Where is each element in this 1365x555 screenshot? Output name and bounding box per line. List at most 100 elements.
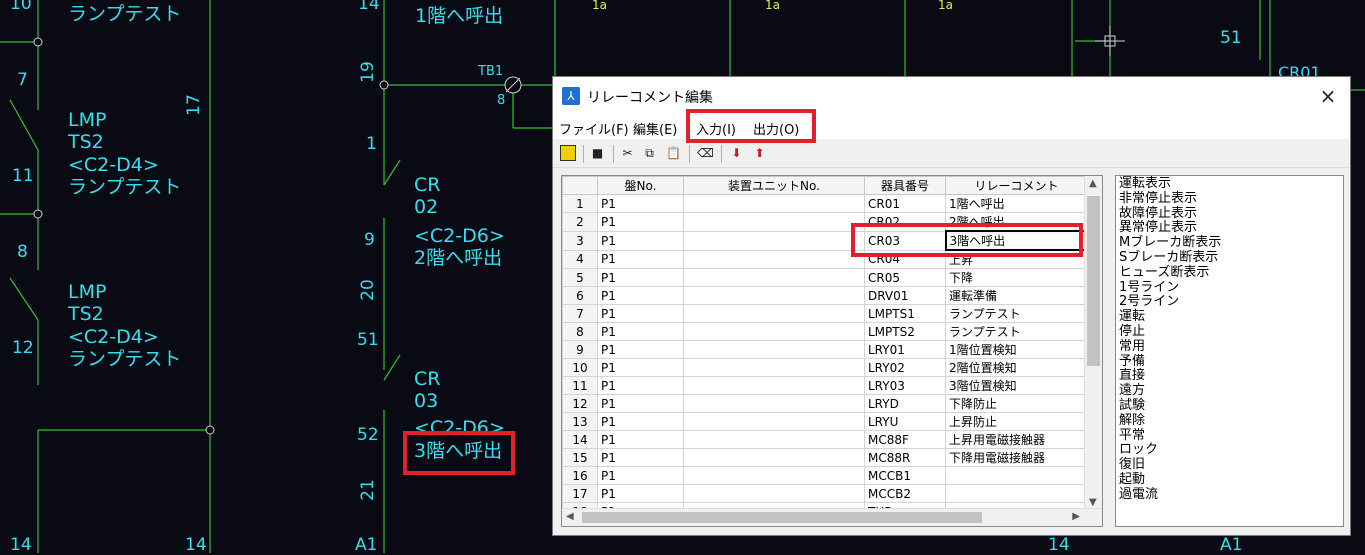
unit-no-cell[interactable] — [683, 230, 865, 251]
relay-comment-cell[interactable]: ランプテスト — [945, 322, 1088, 341]
unit-no-cell[interactable] — [683, 376, 865, 395]
relay-comment-cell[interactable]: 1階位置検知 — [945, 340, 1088, 359]
relay-comment-cell[interactable]: 下降 — [945, 268, 1088, 287]
scroll-thumb[interactable] — [1087, 196, 1100, 366]
list-item[interactable]: 遠方 — [1119, 383, 1343, 399]
relay-comment-cell[interactable] — [945, 484, 1088, 503]
panel-no-cell[interactable]: P1 — [597, 249, 684, 269]
list-item[interactable]: 2号ライン — [1119, 295, 1343, 310]
list-item[interactable]: ロック — [1119, 443, 1343, 458]
relay-comment-cell[interactable]: 下降防止 — [945, 394, 1088, 413]
scroll-left-icon[interactable]: ◀ — [566, 511, 574, 522]
new-icon[interactable] — [560, 145, 576, 161]
relay-comment-cell[interactable]: 1階へ呼出 — [945, 194, 1088, 213]
table-row[interactable]: 6 P1 DRV01 運転準備 — [562, 286, 1088, 305]
list-item[interactable]: 停止 — [1119, 324, 1343, 340]
column-header[interactable]: リレーコメント — [945, 176, 1088, 195]
menu-file[interactable]: ファイル(F) — [559, 119, 629, 138]
list-item[interactable]: 直接 — [1119, 369, 1343, 384]
device-no-cell[interactable]: LMPTS2 — [864, 322, 946, 341]
list-item[interactable]: 予備 — [1119, 354, 1343, 370]
panel-no-cell[interactable]: P1 — [597, 304, 684, 323]
panel-no-cell[interactable]: P1 — [597, 448, 684, 467]
panel-no-cell[interactable]: P1 — [597, 376, 684, 395]
relay-comment-cell[interactable]: ランプテスト — [945, 304, 1088, 323]
list-item[interactable]: 復旧 — [1119, 457, 1343, 473]
table-row[interactable]: 16 P1 MCCB1 — [562, 466, 1088, 485]
list-item[interactable]: 解除 — [1119, 413, 1343, 429]
column-header[interactable]: 盤No. — [597, 176, 684, 195]
panel-no-cell[interactable]: P1 — [597, 484, 684, 503]
unit-no-cell[interactable] — [683, 484, 865, 503]
list-item[interactable]: 運転表示 — [1119, 176, 1343, 192]
table-row[interactable]: 9 P1 LRY01 1階位置検知 — [562, 340, 1088, 359]
device-no-cell[interactable]: LRY02 — [864, 358, 946, 377]
list-item[interactable]: Sブレーカ断表示 — [1119, 250, 1343, 266]
device-no-cell[interactable]: LRY03 — [864, 376, 946, 395]
table-row[interactable]: 12 P1 LRYD 下降防止 — [562, 394, 1088, 413]
list-item[interactable]: 運転 — [1119, 309, 1343, 325]
device-no-cell[interactable]: MCCB2 — [864, 484, 946, 503]
table-row[interactable]: 1 P1 CR01 1階へ呼出 — [562, 194, 1088, 213]
title-bar[interactable]: ⅄ リレーコメント編集 × — [553, 77, 1350, 115]
unit-no-cell[interactable] — [683, 412, 865, 431]
unit-no-cell[interactable] — [683, 466, 865, 485]
list-item[interactable]: ヒューズ断表示 — [1119, 265, 1343, 281]
table-row[interactable]: 5 P1 CR05 下降 — [562, 268, 1088, 287]
scroll-down-icon[interactable]: ▼ — [1089, 497, 1097, 508]
close-button[interactable]: × — [1306, 77, 1350, 115]
panel-no-cell[interactable]: P1 — [597, 394, 684, 413]
device-no-cell[interactable]: CR05 — [864, 268, 946, 287]
panel-no-cell[interactable]: P1 — [597, 412, 684, 431]
unit-no-cell[interactable] — [683, 430, 865, 449]
vertical-scrollbar[interactable]: ▲ ▼ — [1084, 176, 1102, 510]
list-item[interactable]: 常用 — [1119, 339, 1343, 355]
device-no-cell[interactable]: CR01 — [864, 194, 946, 213]
unit-no-cell[interactable] — [683, 249, 865, 269]
device-no-cell[interactable]: LRY01 — [864, 340, 946, 359]
import-icon[interactable]: ⬇ — [728, 145, 745, 162]
column-header[interactable]: 装置ユニットNo. — [683, 176, 865, 195]
panel-no-cell[interactable]: P1 — [597, 430, 684, 449]
table-row[interactable]: 8 P1 LMPTS2 ランプテスト — [562, 322, 1088, 341]
table-row[interactable]: 17 P1 MCCB2 — [562, 484, 1088, 503]
copy-icon[interactable]: ⧉ — [641, 145, 658, 162]
scroll-up-icon[interactable]: ▲ — [1089, 178, 1097, 189]
horizontal-scrollbar[interactable]: ◀ ▶ — [562, 508, 1102, 526]
list-item[interactable]: 平常 — [1119, 428, 1343, 444]
panel-no-cell[interactable]: P1 — [597, 340, 684, 359]
relay-comment-cell[interactable]: 下降用電磁接触器 — [945, 448, 1088, 467]
scroll-right-icon[interactable]: ▶ — [1072, 511, 1080, 522]
unit-no-cell[interactable] — [683, 340, 865, 359]
paste-icon[interactable]: 📋 — [665, 145, 682, 162]
list-item[interactable]: 試験 — [1119, 398, 1343, 414]
relay-comment-edit-dialog[interactable]: ⅄ リレーコメント編集 × ファイル(F) 編集(E) 入力(I) 出力(O) … — [552, 76, 1351, 536]
unit-no-cell[interactable] — [683, 322, 865, 341]
relay-comment-cell[interactable]: 3階位置検知 — [945, 376, 1088, 395]
unit-no-cell[interactable] — [683, 194, 865, 213]
list-item[interactable]: 非常停止表示 — [1119, 191, 1343, 207]
list-item[interactable]: 1号ライン — [1119, 280, 1343, 296]
device-no-cell[interactable]: LRYU — [864, 412, 946, 431]
panel-no-cell[interactable]: P1 — [597, 230, 684, 251]
relay-comment-cell[interactable]: 上昇防止 — [945, 412, 1088, 431]
device-no-cell[interactable]: MCCB1 — [864, 466, 946, 485]
unit-no-cell[interactable] — [683, 394, 865, 413]
export-icon[interactable]: ⬆ — [751, 145, 768, 162]
device-no-cell[interactable]: LMPTS1 — [864, 304, 946, 323]
device-no-cell[interactable]: MC88R — [864, 448, 946, 467]
relay-comment-cell[interactable]: 上昇用電磁接触器 — [945, 430, 1088, 449]
list-item[interactable]: 起動 — [1119, 472, 1343, 488]
scroll-thumb[interactable] — [582, 512, 982, 523]
list-item[interactable]: 過電流 — [1119, 487, 1343, 503]
relay-comment-cell[interactable]: 2階位置検知 — [945, 358, 1088, 377]
panel-no-cell[interactable]: P1 — [597, 286, 684, 305]
panel-no-cell[interactable]: P1 — [597, 322, 684, 341]
table-row[interactable]: 15 P1 MC88R 下降用電磁接触器 — [562, 448, 1088, 467]
table-row[interactable]: 7 P1 LMPTS1 ランプテスト — [562, 304, 1088, 323]
menu-edit[interactable]: 編集(E) — [633, 119, 677, 138]
unit-no-cell[interactable] — [683, 268, 865, 287]
panel-no-cell[interactable]: P1 — [597, 194, 684, 213]
cut-icon[interactable]: ✂ — [619, 145, 636, 162]
device-no-cell[interactable]: LRYD — [864, 394, 946, 413]
